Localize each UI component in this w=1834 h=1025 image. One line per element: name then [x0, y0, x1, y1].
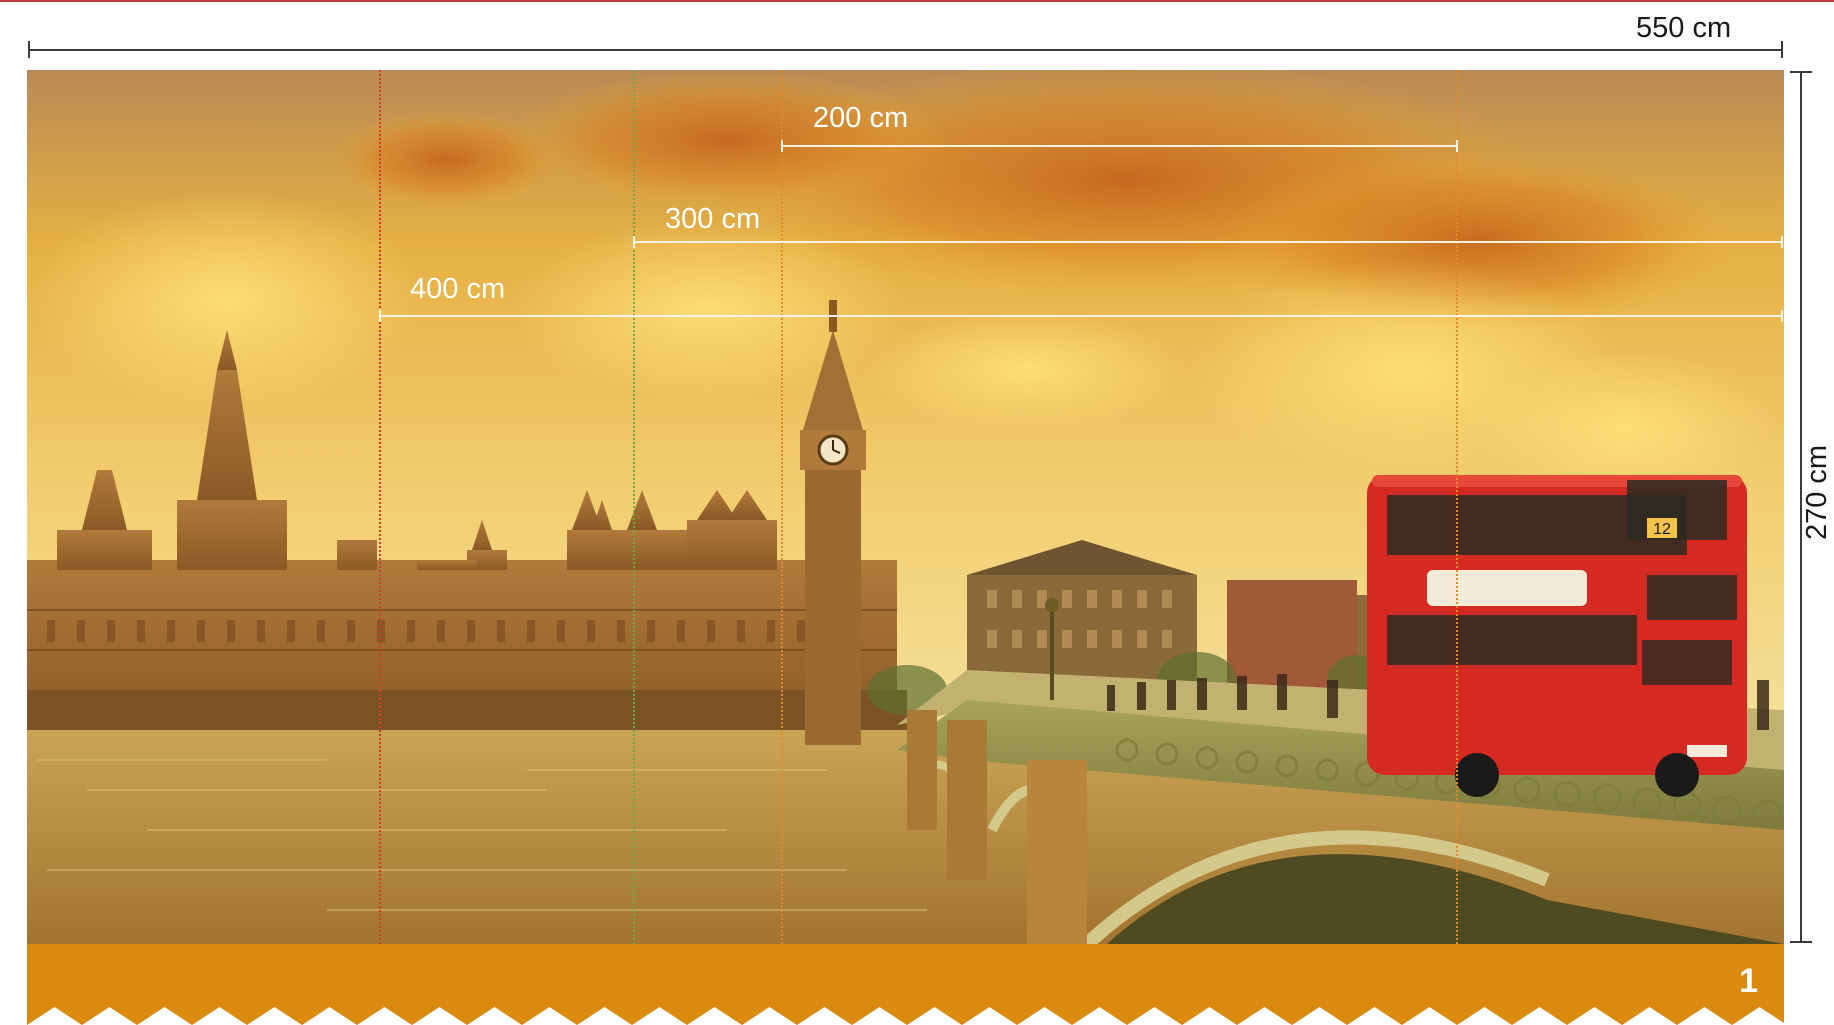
height-dimension-tick-bottom: [1790, 941, 1812, 943]
width-dimension-line: [29, 49, 1782, 51]
height-dimension-label: 270 cm: [1801, 444, 1834, 541]
scalloped-edge: [27, 1007, 1784, 1025]
london-westminster-photo: 12: [27, 70, 1784, 944]
measure-line-400: [379, 310, 1783, 322]
width-dimension-tick-left: [28, 41, 30, 58]
width-dimension-tick-right: [1781, 41, 1783, 58]
measure-label-200: 200 cm: [813, 102, 909, 134]
measure-line-200: [781, 140, 1458, 152]
panel-number: 1: [1739, 962, 1758, 1000]
measure-label-300: 300 cm: [665, 203, 761, 235]
panel-footer-band: 1: [27, 944, 1784, 1025]
cut-guide-300: [633, 70, 635, 944]
measure-label-400: 400 cm: [410, 273, 506, 305]
cut-guide-400: [379, 70, 381, 944]
cut-guide-200-left: [781, 70, 783, 944]
svg-text:12: 12: [1653, 521, 1671, 538]
cut-guide-200-right: [1456, 70, 1458, 944]
measure-line-300: [633, 236, 1783, 248]
width-dimension-label: 550 cm: [1636, 12, 1732, 44]
red-bus: 12: [1367, 475, 1747, 797]
height-dimension-tick-top: [1790, 71, 1812, 73]
wall-mural-image: 12 200 cm 300 cm 400 cm: [27, 70, 1784, 944]
top-accent-rule: [0, 0, 1834, 2]
